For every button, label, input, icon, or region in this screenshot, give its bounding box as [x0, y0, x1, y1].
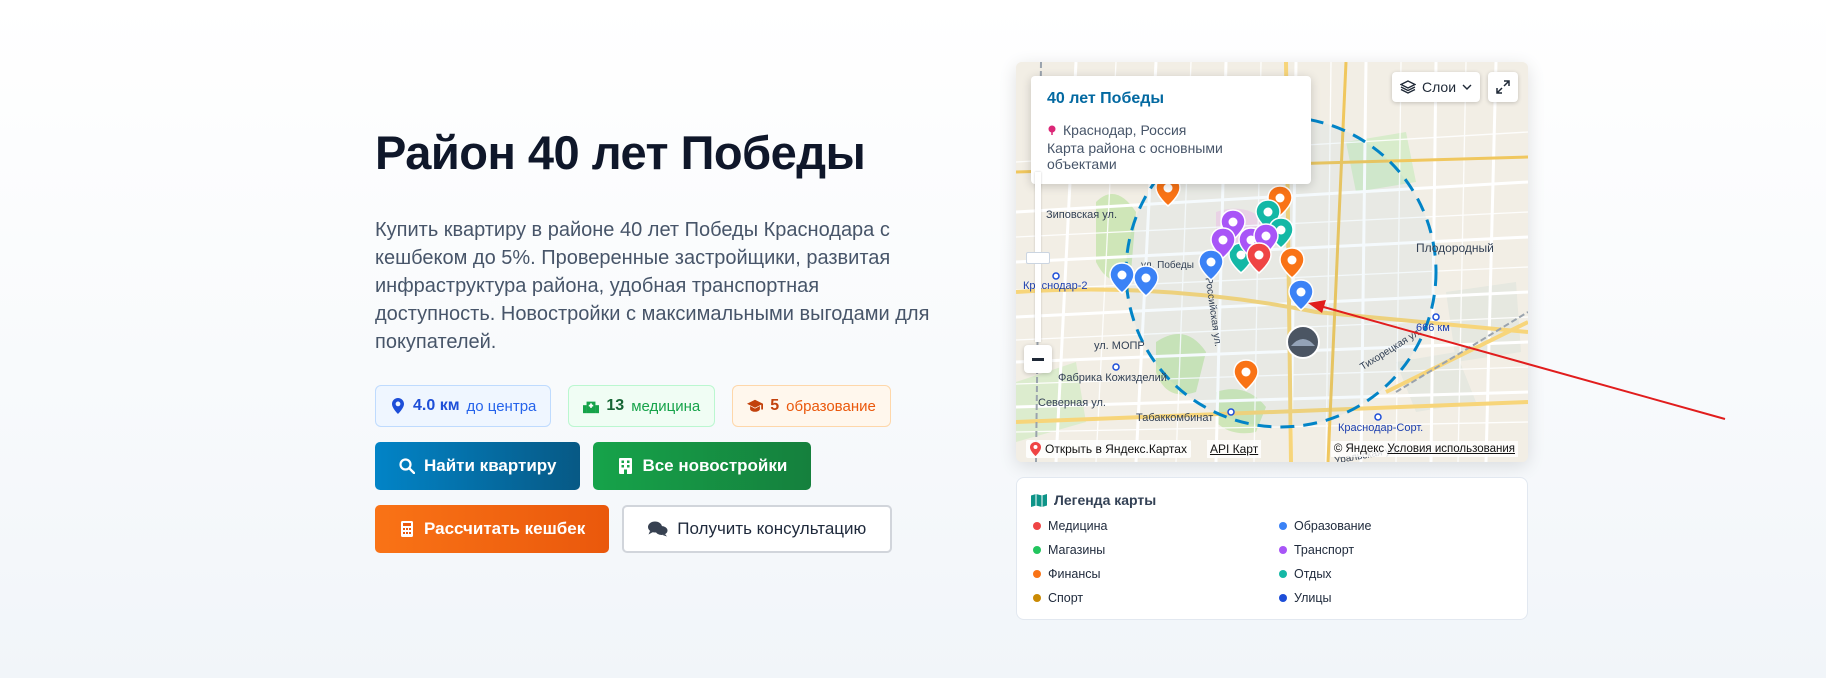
legend-dot	[1033, 570, 1041, 578]
open-yandex-maps-link[interactable]: Открыть в Яндекс.Картах	[1026, 440, 1191, 458]
expand-icon	[1496, 80, 1510, 94]
pin-dot-icon	[1048, 125, 1056, 135]
popup-description: Карта района с основными объектами	[1047, 140, 1223, 172]
map-footer: Открыть в Яндекс.Картах API Карт © Яндек…	[1016, 436, 1528, 462]
all-buildings-button[interactable]: Все новостройки	[593, 442, 812, 490]
yandex-pin-icon	[1030, 442, 1041, 456]
legend-label: Финансы	[1048, 567, 1101, 581]
distance-value: 4.0 км	[413, 397, 460, 414]
chat-icon	[648, 521, 668, 537]
district-photo-marker[interactable]	[1286, 325, 1320, 359]
legend-dot	[1279, 546, 1287, 554]
layers-label: Слои	[1421, 79, 1457, 95]
legend-item-medicine: Медицина	[1031, 518, 1277, 534]
get-consultation-label: Получить консультацию	[677, 519, 867, 538]
legend-list: Медицина Образование Магазины Транспорт …	[1031, 518, 1513, 606]
legend-item-finance: Финансы	[1031, 566, 1277, 582]
hero-description: Купить квартиру в районе 40 лет Победы К…	[375, 219, 930, 353]
legend-item-sport: Спорт	[1031, 590, 1277, 606]
legend-dot	[1033, 594, 1041, 602]
legend-dot	[1033, 522, 1041, 530]
layers-button[interactable]: Слои	[1392, 72, 1480, 102]
legend-label: Улицы	[1294, 591, 1332, 605]
legend-title: Легенда карты	[1054, 492, 1157, 508]
building-icon	[617, 458, 633, 474]
legend-label: Магазины	[1048, 543, 1106, 557]
map-pin-icon	[390, 398, 406, 414]
api-maps-link[interactable]: API Карт	[1206, 440, 1262, 458]
legend-label: Медицина	[1048, 519, 1108, 533]
terms-link[interactable]: Условия использования	[1387, 443, 1515, 455]
fullscreen-button[interactable]	[1488, 72, 1518, 102]
find-apartment-label: Найти квартиру	[424, 456, 557, 475]
distance-badge: 4.0 км до центра	[375, 385, 552, 427]
calculator-icon	[399, 521, 415, 537]
open-yandex-label: Открыть в Яндекс.Картах	[1045, 442, 1187, 456]
legend-label: Спорт	[1048, 591, 1084, 605]
legend-dot	[1279, 522, 1287, 530]
all-buildings-label: Все новостройки	[642, 456, 788, 475]
legend-dot	[1279, 594, 1287, 602]
popup-title: 40 лет Победы	[1047, 90, 1165, 107]
marker-orange[interactable]	[1279, 247, 1305, 279]
legend-dot	[1033, 546, 1041, 554]
medicine-label: медицина	[631, 397, 701, 415]
marker-orange[interactable]	[1233, 359, 1259, 391]
map-info-popup: 40 лет Победы Краснодар, Россия Карта ра…	[1031, 76, 1311, 184]
legend-dot	[1279, 570, 1287, 578]
district-map[interactable]: Зиповская ул. Краснодар-2 Плодородный 66…	[1016, 62, 1528, 462]
marker-blue[interactable]	[1198, 249, 1224, 281]
education-label: образование	[786, 397, 876, 415]
medicine-badge: 13 медицина	[568, 385, 716, 427]
legend-label: Образование	[1294, 519, 1372, 533]
search-icon	[399, 458, 415, 474]
hero-section: Район 40 лет Победы Купить квартиру в ра…	[375, 118, 945, 553]
marker-red[interactable]	[1246, 242, 1272, 274]
copyright-text: © Яндекс	[1333, 443, 1385, 455]
calculate-cashback-label: Рассчитать кешбек	[424, 519, 586, 538]
button-row-primary: Найти квартиру Все новостройки	[375, 442, 945, 490]
legend-title-row: Легенда карты	[1031, 492, 1513, 508]
minus-icon	[1032, 357, 1044, 361]
map-copyright: © Яндекс Условия использования	[1330, 441, 1518, 457]
zoom-slider-thumb[interactable]	[1026, 252, 1050, 264]
marker-blue[interactable]	[1133, 265, 1159, 297]
education-count: 5	[770, 397, 780, 414]
page-title: Район 40 лет Победы	[375, 126, 866, 179]
graduation-cap-icon	[747, 398, 764, 414]
hospital-icon	[583, 398, 600, 414]
popup-location-text: Краснодар, Россия	[1063, 122, 1187, 138]
stats-badges: 4.0 км до центра 13 медицина 5 образован…	[375, 385, 945, 427]
chevron-down-icon	[1462, 84, 1472, 90]
legend-item-leisure: Отдых	[1277, 566, 1523, 582]
zoom-out-button[interactable]	[1024, 345, 1052, 373]
button-row-secondary: Рассчитать кешбек Получить консультацию	[375, 505, 945, 553]
legend-item-education: Образование	[1277, 518, 1523, 534]
map-book-icon	[1031, 493, 1047, 507]
legend-item-shops: Магазины	[1031, 542, 1277, 558]
find-apartment-button[interactable]: Найти квартиру	[375, 442, 581, 490]
marker-blue[interactable]	[1288, 279, 1314, 311]
distance-label: до центра	[466, 397, 537, 415]
legend-item-transport: Транспорт	[1277, 542, 1523, 558]
calculate-cashback-button[interactable]: Рассчитать кешбек	[375, 505, 610, 553]
popup-location: Краснодар, Россия	[1047, 122, 1295, 138]
map-legend: Легенда карты Медицина Образование Магаз…	[1016, 477, 1528, 620]
marker-blue[interactable]	[1109, 262, 1135, 294]
education-badge: 5 образование	[732, 385, 891, 427]
legend-label: Транспорт	[1294, 543, 1355, 557]
legend-label: Отдых	[1294, 567, 1332, 581]
legend-item-streets: Улицы	[1277, 590, 1523, 606]
layers-icon	[1400, 80, 1416, 94]
medicine-count: 13	[606, 397, 625, 414]
get-consultation-button[interactable]: Получить консультацию	[622, 505, 893, 553]
